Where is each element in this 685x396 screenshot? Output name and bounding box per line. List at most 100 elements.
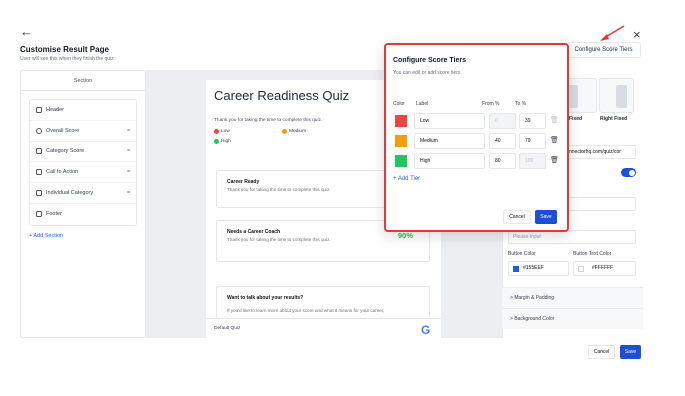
card-text: If you'd like to learn more about your s…: [227, 308, 385, 313]
drag-handle-icon[interactable]: =: [127, 148, 131, 154]
chat-icon: [36, 169, 42, 176]
button-text-color-picker[interactable]: #FFFFFF: [573, 261, 636, 276]
color-value: #FFFFFF: [592, 265, 614, 271]
quiz-title: Career Readiness Quiz: [214, 88, 350, 103]
trash-icon[interactable]: 🗑: [550, 136, 559, 145]
trash-icon: 🗑: [550, 117, 559, 124]
close-icon[interactable]: ×: [633, 27, 641, 42]
tier-label-input[interactable]: Medium: [414, 133, 485, 149]
modal-save-button[interactable]: Save: [535, 210, 557, 224]
drag-handle-icon[interactable]: =: [127, 128, 131, 134]
trash-icon[interactable]: 🗑: [550, 156, 559, 165]
tier-color-swatch[interactable]: [395, 155, 407, 167]
accordion-margin-padding[interactable]: > Margin & Padding: [502, 287, 643, 308]
list-icon: [36, 148, 42, 155]
tier-from-input[interactable]: 80: [489, 153, 516, 169]
footer-label: Default Quiz: [214, 326, 241, 331]
section-list: Header Overall Score = Category Score = …: [29, 99, 137, 226]
intro-text: Thank you for taking the time to complet…: [214, 118, 323, 123]
chevron-right-icon: >: [510, 316, 513, 322]
accordion-label: Background Color: [514, 316, 555, 322]
button-text-input[interactable]: Please Input: [508, 230, 636, 244]
column-to: To %: [515, 101, 527, 107]
button-color-picker[interactable]: #155EEF: [508, 261, 569, 276]
sidebar-item-header[interactable]: Header: [30, 100, 136, 121]
configure-score-tiers-button[interactable]: Configure Score Tiers: [566, 42, 641, 58]
column-from: From %: [482, 101, 500, 107]
sidebar-item-label: Call to Action: [46, 169, 79, 176]
legend-label: High: [221, 139, 231, 144]
sidebar-item-call-to-action[interactable]: Call to Action =: [30, 162, 136, 184]
layout-option-right-fixed[interactable]: [599, 78, 634, 113]
modal-subtitle: You can edit or add score tiers: [393, 70, 461, 76]
color-value: #155EEF: [523, 265, 544, 271]
color-swatch: [513, 266, 519, 272]
layout-label-fixed: Fixed: [569, 116, 583, 122]
grid-icon: [36, 190, 42, 197]
preview-footer: Default Quiz G: [206, 318, 441, 338]
cancel-button[interactable]: Cancel: [588, 345, 615, 359]
redirect-url-input[interactable]: nnectorhq.com/quiz/cor: [565, 145, 636, 159]
drag-handle-icon[interactable]: =: [127, 190, 131, 196]
accordion-label: Margin & Padding: [514, 295, 555, 301]
add-section-button[interactable]: + Add Section: [29, 233, 63, 239]
cta-card: Want to talk about your results? If you'…: [216, 286, 430, 318]
drag-handle-icon[interactable]: =: [127, 169, 131, 175]
sidebar-item-label: Header: [46, 106, 65, 113]
tier-label-input[interactable]: High: [414, 153, 485, 169]
footer-icon: [36, 211, 42, 218]
sidebar-item-label: Individual Category: [46, 190, 94, 197]
tier-to-input[interactable]: 39: [519, 113, 546, 129]
save-button[interactable]: Save: [620, 345, 641, 359]
card-title: Career Ready: [227, 179, 260, 185]
add-tier-button[interactable]: + Add Tier: [393, 176, 420, 182]
sidebar-header: Section: [21, 71, 145, 91]
tier-to-input: 100: [519, 153, 546, 169]
toggle-switch[interactable]: [621, 168, 636, 177]
button-color-label: Button Color: [508, 251, 536, 257]
legend-medium: Medium: [282, 129, 306, 134]
modal-cancel-button[interactable]: Cancel: [503, 210, 531, 224]
sidebar-item-label: Category Score: [46, 148, 85, 155]
tier-label-input[interactable]: Low: [414, 113, 485, 129]
section-sidebar: Section Header Overall Score = Category …: [20, 70, 146, 338]
sidebar-item-category-score[interactable]: Category Score =: [30, 142, 136, 163]
color-swatch: [578, 266, 584, 272]
accordion-background-color[interactable]: > Background Color: [502, 308, 643, 329]
chevron-right-icon: >: [510, 295, 513, 301]
modal-title: Configure Score Tiers: [393, 57, 467, 64]
sidebar-item-label: Footer: [46, 211, 62, 218]
tier-row: Low 0 39 🗑: [393, 113, 563, 129]
page-subtitle: User will see this when they finish the …: [20, 56, 114, 62]
sidebar-item-label: Overall Score: [46, 127, 80, 134]
clock-icon: [36, 127, 42, 134]
score-value: 90%: [397, 231, 413, 240]
layout-label-right-fixed: Right Fixed: [600, 116, 628, 122]
tier-color-swatch[interactable]: [395, 115, 407, 127]
legend-label: Medium: [289, 129, 307, 134]
tier-from-input[interactable]: 40: [489, 133, 516, 149]
legend-dot: [282, 129, 287, 134]
sidebar-item-overall-score[interactable]: Overall Score =: [30, 121, 136, 142]
sidebar-item-individual-category[interactable]: Individual Category =: [30, 183, 136, 204]
column-color: Color: [393, 101, 405, 107]
back-arrow-icon[interactable]: ←: [20, 24, 33, 39]
button-text-color-label: Button Text Color: [573, 251, 612, 257]
tier-row: High 80 100 🗑: [393, 153, 563, 169]
sidebar-item-footer[interactable]: Footer: [30, 204, 136, 225]
annotation-arrow-icon: [600, 25, 625, 41]
legend-dot: [214, 139, 219, 144]
legend-low: Low: [214, 129, 230, 134]
legend-label: Low: [221, 129, 230, 134]
card-text: Thank you for taking the time to complet…: [227, 237, 331, 242]
card-text: Thank you for taking the time to complet…: [227, 187, 331, 192]
tier-to-input[interactable]: 79: [519, 133, 546, 149]
card-title: Needs a Career Coach: [227, 229, 281, 235]
card-title: Want to talk about your results?: [227, 295, 304, 301]
page-title: Customise Result Page: [20, 45, 109, 54]
tier-color-swatch[interactable]: [395, 135, 407, 147]
tier-from-input: 0: [489, 113, 516, 129]
google-logo-icon: G: [421, 323, 431, 337]
configure-score-tiers-modal: Configure Score Tiers You can edit or ad…: [384, 43, 569, 232]
legend-dot: [214, 129, 219, 134]
